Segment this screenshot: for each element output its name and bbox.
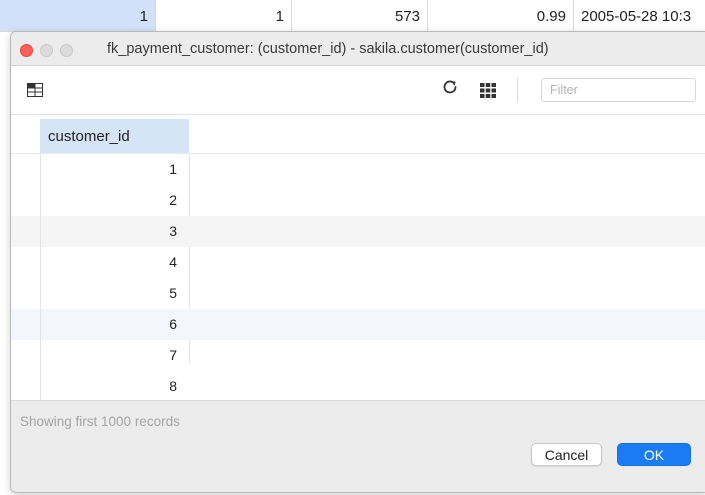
background-cell[interactable]: 1 bbox=[0, 0, 155, 31]
column-header-customer-id[interactable]: customer_id bbox=[40, 119, 189, 153]
table-row[interactable]: 4 bbox=[11, 247, 705, 278]
background-cell[interactable]: 2005-05-28 10:3 bbox=[573, 0, 705, 31]
dialog-footer: Showing first 1000 records Cancel OK bbox=[11, 400, 705, 492]
table-row[interactable]: 1 bbox=[11, 154, 705, 185]
cell-customer-id[interactable]: 2 bbox=[40, 185, 189, 216]
cell-customer-id[interactable]: 3 bbox=[40, 216, 189, 247]
filter-input[interactable] bbox=[541, 78, 696, 102]
refresh-icon[interactable] bbox=[441, 78, 459, 102]
cell-customer-id[interactable]: 8 bbox=[40, 371, 189, 402]
foreign-key-lookup-window: fk_payment_customer: (customer_id) - sak… bbox=[10, 31, 705, 493]
table-row[interactable]: 5 bbox=[11, 278, 705, 309]
table-row[interactable]: 2 bbox=[11, 185, 705, 216]
cell-customer-id[interactable]: 7 bbox=[40, 340, 189, 371]
record-count-status: Showing first 1000 records bbox=[20, 414, 180, 429]
table-row[interactable]: 6 bbox=[11, 309, 705, 340]
cell-customer-id[interactable]: 5 bbox=[40, 278, 189, 309]
minimize-window-button[interactable] bbox=[40, 44, 53, 57]
toolbar bbox=[11, 66, 705, 115]
cancel-button[interactable]: Cancel bbox=[531, 443, 602, 466]
close-window-button[interactable] bbox=[20, 44, 33, 57]
results-grid[interactable]: customer_id 1 2 3 4 5 6 7 8 bbox=[11, 115, 705, 402]
background-table-row[interactable]: 1 1 573 0.99 2005-05-28 10:3 bbox=[0, 0, 705, 32]
cell-customer-id[interactable]: 1 bbox=[40, 154, 189, 185]
toolbar-separator bbox=[517, 78, 518, 102]
grid-icon[interactable] bbox=[480, 83, 496, 103]
grid-header: customer_id bbox=[11, 115, 705, 154]
cell-customer-id[interactable]: 4 bbox=[40, 247, 189, 278]
background-cell[interactable]: 1 bbox=[155, 0, 291, 31]
table-row[interactable]: 3 bbox=[11, 216, 705, 247]
zoom-window-button[interactable] bbox=[60, 44, 73, 57]
window-titlebar[interactable]: fk_payment_customer: (customer_id) - sak… bbox=[11, 32, 705, 66]
column-layout-icon[interactable] bbox=[27, 83, 43, 102]
ok-button[interactable]: OK bbox=[617, 443, 691, 466]
table-row[interactable]: 8 bbox=[11, 371, 705, 402]
cell-customer-id[interactable]: 6 bbox=[40, 309, 189, 340]
background-cell[interactable]: 573 bbox=[291, 0, 427, 31]
table-row[interactable]: 7 bbox=[11, 340, 705, 371]
window-title: fk_payment_customer: (customer_id) - sak… bbox=[107, 41, 549, 57]
background-cell[interactable]: 0.99 bbox=[427, 0, 573, 31]
